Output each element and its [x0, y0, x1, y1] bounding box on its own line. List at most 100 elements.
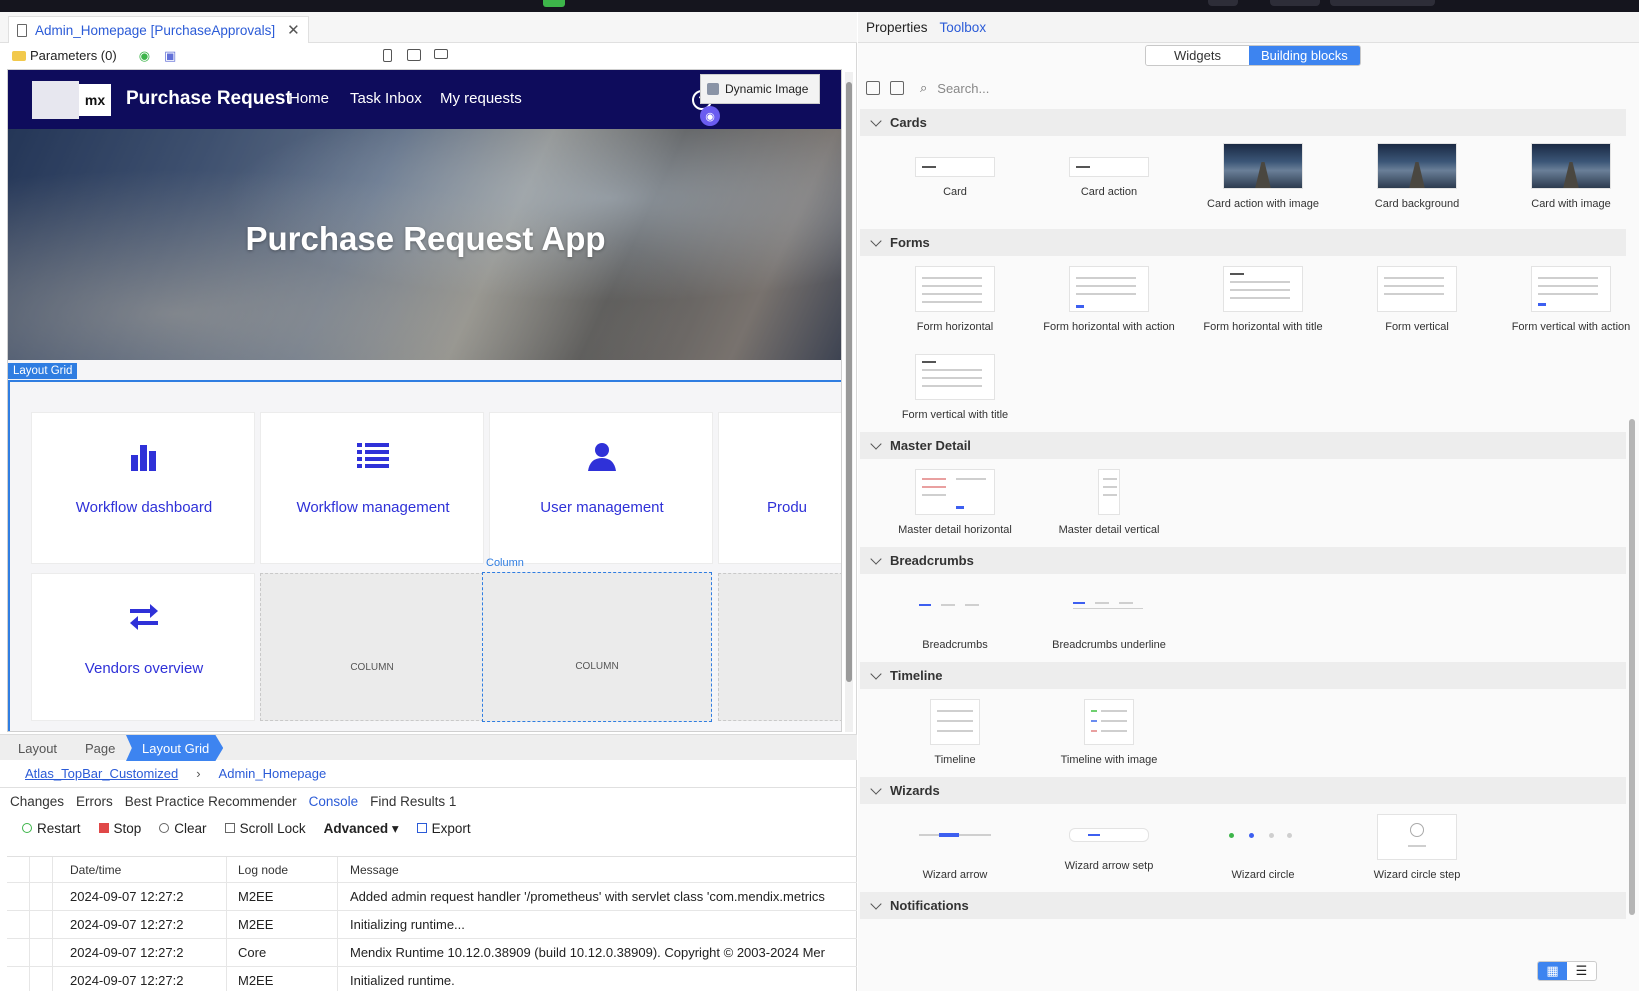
block-master-detail-vertical[interactable]: Master detail vertical: [1033, 469, 1185, 538]
block-breadcrumbs[interactable]: Breadcrumbs: [879, 584, 1031, 653]
tile-workflow-dashboard[interactable]: Workflow dashboard: [31, 412, 255, 564]
block-card-action-with-image[interactable]: Card action with image: [1187, 143, 1339, 212]
block-card-with-image[interactable]: Card with image: [1495, 143, 1639, 212]
toolbar-pill[interactable]: [1270, 0, 1320, 6]
scrollbar-thumb[interactable]: [846, 82, 852, 682]
block-card-background[interactable]: Card background: [1341, 143, 1493, 212]
mx-logo: mx: [79, 84, 111, 116]
column-header-datetime[interactable]: Date/time: [70, 863, 200, 877]
block-thumbnail: [1377, 814, 1457, 860]
lock-icon: [224, 823, 235, 833]
grid-view-icon[interactable]: ▦: [1538, 962, 1567, 980]
section-master-detail[interactable]: Master Detail: [860, 432, 1626, 459]
document-tab[interactable]: Admin_Homepage [PurchaseApprovals] ✕: [8, 16, 309, 43]
empty-column[interactable]: [718, 573, 841, 721]
tile-vendors-overview[interactable]: Vendors overview: [31, 573, 255, 721]
tab-console[interactable]: Console: [309, 794, 359, 809]
block-thumbnail: [1084, 699, 1134, 745]
block-form-vertical[interactable]: Form vertical: [1341, 266, 1493, 335]
desktop-icon[interactable]: [434, 49, 448, 59]
advanced-dropdown[interactable]: Advanced ▾: [324, 821, 399, 837]
selected-column[interactable]: COLUMN: [482, 572, 712, 722]
nav-my-requests[interactable]: My requests: [440, 90, 522, 107]
tab-changes[interactable]: Changes: [10, 794, 64, 809]
block-timeline-with-image[interactable]: Timeline with image: [1033, 699, 1185, 768]
section-notifications[interactable]: Notifications: [860, 892, 1626, 919]
app-grid-logo[interactable]: [32, 81, 79, 119]
block-form-vertical-with-title[interactable]: Form vertical with title: [879, 354, 1031, 423]
nav-task-inbox[interactable]: Task Inbox: [350, 90, 422, 107]
tab-best-practice[interactable]: Best Practice Recommender: [125, 794, 297, 809]
table-row[interactable]: 2024-09-07 12:27:2 M2EE Added admin requ…: [7, 883, 857, 911]
clear-button[interactable]: Clear: [159, 821, 207, 836]
block-form-horizontal-with-action[interactable]: Form horizontal with action: [1033, 266, 1185, 335]
block-card-action[interactable]: Card action: [1033, 143, 1185, 200]
column-header-message[interactable]: Message: [350, 863, 857, 877]
phone-icon[interactable]: [383, 49, 392, 62]
block-form-horizontal-with-title[interactable]: Form horizontal with title: [1187, 266, 1339, 335]
table-row[interactable]: 2024-09-07 12:27:2 M2EE Initialized runt…: [7, 967, 857, 991]
tile-products[interactable]: Produ: [718, 412, 841, 564]
breadcrumb-layout-grid[interactable]: Layout Grid: [126, 735, 224, 761]
block-thumbnail: [1223, 143, 1303, 189]
canvas-scrollbar[interactable]: [845, 72, 853, 732]
dynamic-image-widget[interactable]: Dynamic Image: [700, 74, 820, 104]
nav-home[interactable]: Home: [289, 90, 329, 107]
tile-user-management[interactable]: User management: [489, 412, 713, 564]
expand-all-icon[interactable]: [890, 81, 904, 95]
layout-link[interactable]: Atlas_TopBar_Customized: [25, 766, 178, 781]
toolbar-pill[interactable]: [1208, 0, 1238, 6]
structure-mode-icon[interactable]: ▣: [164, 48, 176, 64]
block-wizard-arrow[interactable]: Wizard arrow: [879, 814, 1031, 883]
block-master-detail-horizontal[interactable]: Master detail horizontal: [879, 469, 1031, 538]
section-forms[interactable]: Forms: [860, 229, 1626, 256]
block-form-horizontal[interactable]: Form horizontal: [879, 266, 1031, 335]
search-input[interactable]: Search...: [937, 81, 989, 96]
block-card[interactable]: Card: [879, 143, 1031, 200]
export-button[interactable]: Export: [416, 821, 471, 836]
block-wizard-circle-step[interactable]: Wizard circle step: [1341, 814, 1493, 883]
layout-grid-tag[interactable]: Layout Grid: [8, 363, 78, 379]
parameters-label[interactable]: Parameters (0): [30, 48, 117, 63]
tile-workflow-management[interactable]: Workflow management: [260, 412, 484, 564]
column-header-lognode[interactable]: Log node: [238, 863, 338, 877]
user-avatar-icon[interactable]: ◉: [700, 106, 720, 126]
block-thumbnail: [1377, 143, 1457, 189]
current-page[interactable]: Admin_Homepage: [219, 766, 327, 781]
empty-column[interactable]: COLUMN: [260, 573, 484, 721]
column-tag[interactable]: Column: [486, 557, 524, 569]
block-timeline[interactable]: Timeline: [879, 699, 1031, 768]
toolbox-scrollbar[interactable]: [1627, 107, 1637, 987]
tab-properties[interactable]: Properties: [866, 20, 928, 35]
segment-widgets[interactable]: Widgets: [1146, 46, 1249, 65]
toolbar-pill[interactable]: [1330, 0, 1435, 6]
close-icon[interactable]: ✕: [287, 21, 300, 39]
tab-errors[interactable]: Errors: [76, 794, 113, 809]
eye-icon[interactable]: ◉: [139, 48, 150, 64]
layout-grid-outline: [8, 380, 841, 382]
tab-toolbox[interactable]: Toolbox: [940, 20, 987, 35]
block-form-vertical-with-action[interactable]: Form vertical with action: [1495, 266, 1639, 335]
restart-button[interactable]: Restart: [22, 821, 81, 836]
section-breadcrumbs[interactable]: Breadcrumbs: [860, 547, 1626, 574]
scroll-lock-button[interactable]: Scroll Lock: [224, 821, 306, 836]
table-row[interactable]: 2024-09-07 12:27:2 M2EE Initializing run…: [7, 911, 857, 939]
section-timeline[interactable]: Timeline: [860, 662, 1626, 689]
breadcrumb-page[interactable]: Page: [85, 735, 115, 761]
list-view-icon[interactable]: ☰: [1567, 962, 1596, 980]
section-wizards[interactable]: Wizards: [860, 777, 1626, 804]
block-wizard-arrow-step[interactable]: Wizard arrow setp: [1033, 814, 1185, 874]
block-breadcrumbs-underline[interactable]: Breadcrumbs underline: [1033, 584, 1185, 653]
segment-building-blocks[interactable]: Building blocks: [1249, 46, 1360, 65]
collapse-all-icon[interactable]: [866, 81, 880, 95]
block-wizard-circle[interactable]: Wizard circle: [1187, 814, 1339, 883]
stop-button[interactable]: Stop: [98, 821, 141, 836]
breadcrumb-layout[interactable]: Layout: [18, 735, 57, 761]
tablet-icon[interactable]: [407, 49, 421, 61]
tab-find-results[interactable]: Find Results 1: [370, 794, 456, 809]
section-cards[interactable]: Cards: [860, 109, 1626, 136]
block-thumbnail: [1069, 266, 1149, 312]
scrollbar-thumb[interactable]: [1629, 419, 1635, 915]
table-row[interactable]: 2024-09-07 12:27:2 Core Mendix Runtime 1…: [7, 939, 857, 967]
chevron-down-icon: [870, 437, 882, 450]
